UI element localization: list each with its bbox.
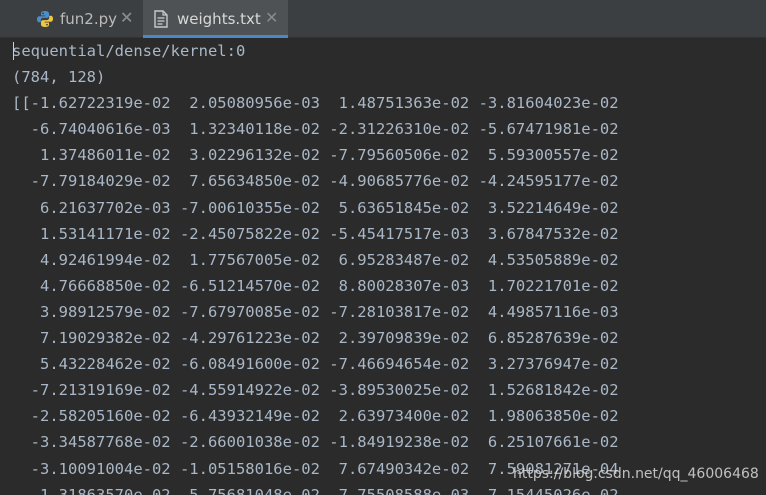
text-line: (784, 128) bbox=[12, 68, 106, 87]
text-line: 6.21637702e-03 -7.00610355e-02 5.6365184… bbox=[12, 198, 619, 217]
text-line: -6.74040616e-03 1.32340118e-02 -2.312263… bbox=[12, 120, 619, 139]
text-line: 7.19029382e-02 -4.29761223e-02 2.3970983… bbox=[12, 329, 619, 348]
watermark: https://blog.csdn.net/qq_46006468 bbox=[513, 466, 759, 482]
text-line: 5.43228462e-02 -6.08491600e-02 -7.466946… bbox=[12, 355, 619, 374]
text-line: -7.21319169e-02 -4.55914922e-02 -3.89530… bbox=[12, 381, 619, 400]
tab-label: fun2.py bbox=[60, 10, 118, 28]
text-editor-content[interactable]: sequential/dense/kernel:0 (784, 128) [[-… bbox=[12, 38, 766, 495]
tab-label: weights.txt bbox=[177, 10, 261, 28]
text-line: sequential/dense/kernel:0 bbox=[12, 42, 246, 60]
text-line: 4.76668850e-02 -6.51214570e-02 8.8002830… bbox=[12, 276, 619, 295]
tab-weights-txt[interactable]: weights.txt ✕ bbox=[143, 0, 288, 38]
text-file-icon bbox=[153, 10, 169, 32]
text-line: 1.53141171e-02 -2.45075822e-02 -5.454175… bbox=[12, 224, 619, 243]
text-line: [[-1.62722319e-02 2.05080956e-03 1.48751… bbox=[12, 94, 619, 113]
text-line: -3.34587768e-02 -2.66001038e-02 -1.84919… bbox=[12, 433, 619, 452]
tab-fun2-py[interactable]: ✕ fun2.py ✕ bbox=[0, 0, 143, 38]
text-line: 1.37486011e-02 3.02296132e-02 -7.7956050… bbox=[12, 146, 619, 165]
editor-window: ✕ fun2.py ✕ weights.txt ✕ sequential/den… bbox=[0, 0, 766, 495]
text-line: 3.98912579e-02 -7.67970085e-02 -7.281038… bbox=[12, 302, 619, 321]
text-line: 1.31863570e-02 -5.75681048e-02 7.7550858… bbox=[12, 485, 619, 495]
python-file-icon bbox=[36, 10, 54, 32]
text-caret bbox=[13, 42, 14, 60]
text-line: -2.58205160e-02 -6.43932149e-02 2.639734… bbox=[12, 407, 619, 426]
text-line: 4.92461994e-02 1.77567005e-02 6.95283487… bbox=[12, 250, 619, 269]
close-icon[interactable]: ✕ bbox=[265, 9, 278, 27]
close-icon[interactable]: ✕ bbox=[120, 9, 133, 27]
text-line: -7.79184029e-02 7.65634850e-02 -4.906857… bbox=[12, 172, 619, 191]
tab-bar: ✕ fun2.py ✕ weights.txt ✕ bbox=[0, 0, 766, 38]
